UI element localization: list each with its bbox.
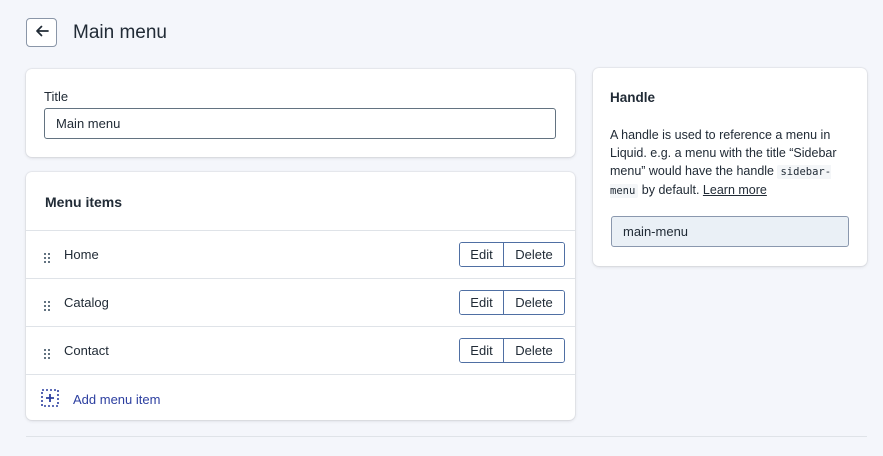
footer-divider	[26, 436, 867, 437]
drag-handle-icon[interactable]	[44, 298, 50, 311]
drag-handle-icon[interactable]	[44, 346, 50, 359]
title-input[interactable]	[44, 108, 556, 139]
add-menu-item-row[interactable]: Add menu item	[26, 374, 575, 421]
drag-handle-icon[interactable]	[44, 250, 50, 263]
edit-button[interactable]: Edit	[460, 291, 504, 314]
page-title: Main menu	[73, 21, 167, 43]
menu-item-row-contact: Contact Edit Delete	[26, 326, 575, 374]
add-item-icon	[41, 389, 59, 407]
add-menu-item-link[interactable]: Add menu item	[73, 392, 160, 407]
handle-desc-text-end: by default.	[638, 183, 703, 197]
title-card: Title	[26, 69, 575, 157]
edit-button[interactable]: Edit	[460, 243, 504, 266]
arrow-left-icon	[35, 24, 49, 42]
learn-more-link[interactable]: Learn more	[703, 183, 767, 197]
menu-item-label: Home	[64, 247, 99, 262]
delete-button[interactable]: Delete	[504, 291, 564, 314]
handle-heading: Handle	[610, 90, 656, 105]
delete-button[interactable]: Delete	[504, 243, 564, 266]
title-label: Title	[44, 89, 69, 104]
menu-item-actions: Edit Delete	[459, 242, 565, 267]
menu-item-label: Catalog	[64, 295, 109, 310]
edit-button[interactable]: Edit	[460, 339, 504, 362]
menu-item-row-catalog: Catalog Edit Delete	[26, 278, 575, 326]
menu-items-card: Menu items Home Edit Delete Catalog Edit…	[26, 172, 575, 420]
delete-button[interactable]: Delete	[504, 339, 564, 362]
page-header: Main menu	[26, 18, 167, 47]
back-button[interactable]	[26, 18, 57, 47]
handle-card: Handle A handle is used to reference a m…	[593, 68, 867, 266]
handle-input[interactable]	[611, 216, 849, 247]
menu-items-heading: Menu items	[45, 194, 123, 210]
menu-item-actions: Edit Delete	[459, 290, 565, 315]
menu-item-actions: Edit Delete	[459, 338, 565, 363]
menu-item-row-home: Home Edit Delete	[26, 230, 575, 278]
handle-description: A handle is used to reference a menu in …	[610, 126, 850, 200]
menu-item-label: Contact	[64, 343, 109, 358]
